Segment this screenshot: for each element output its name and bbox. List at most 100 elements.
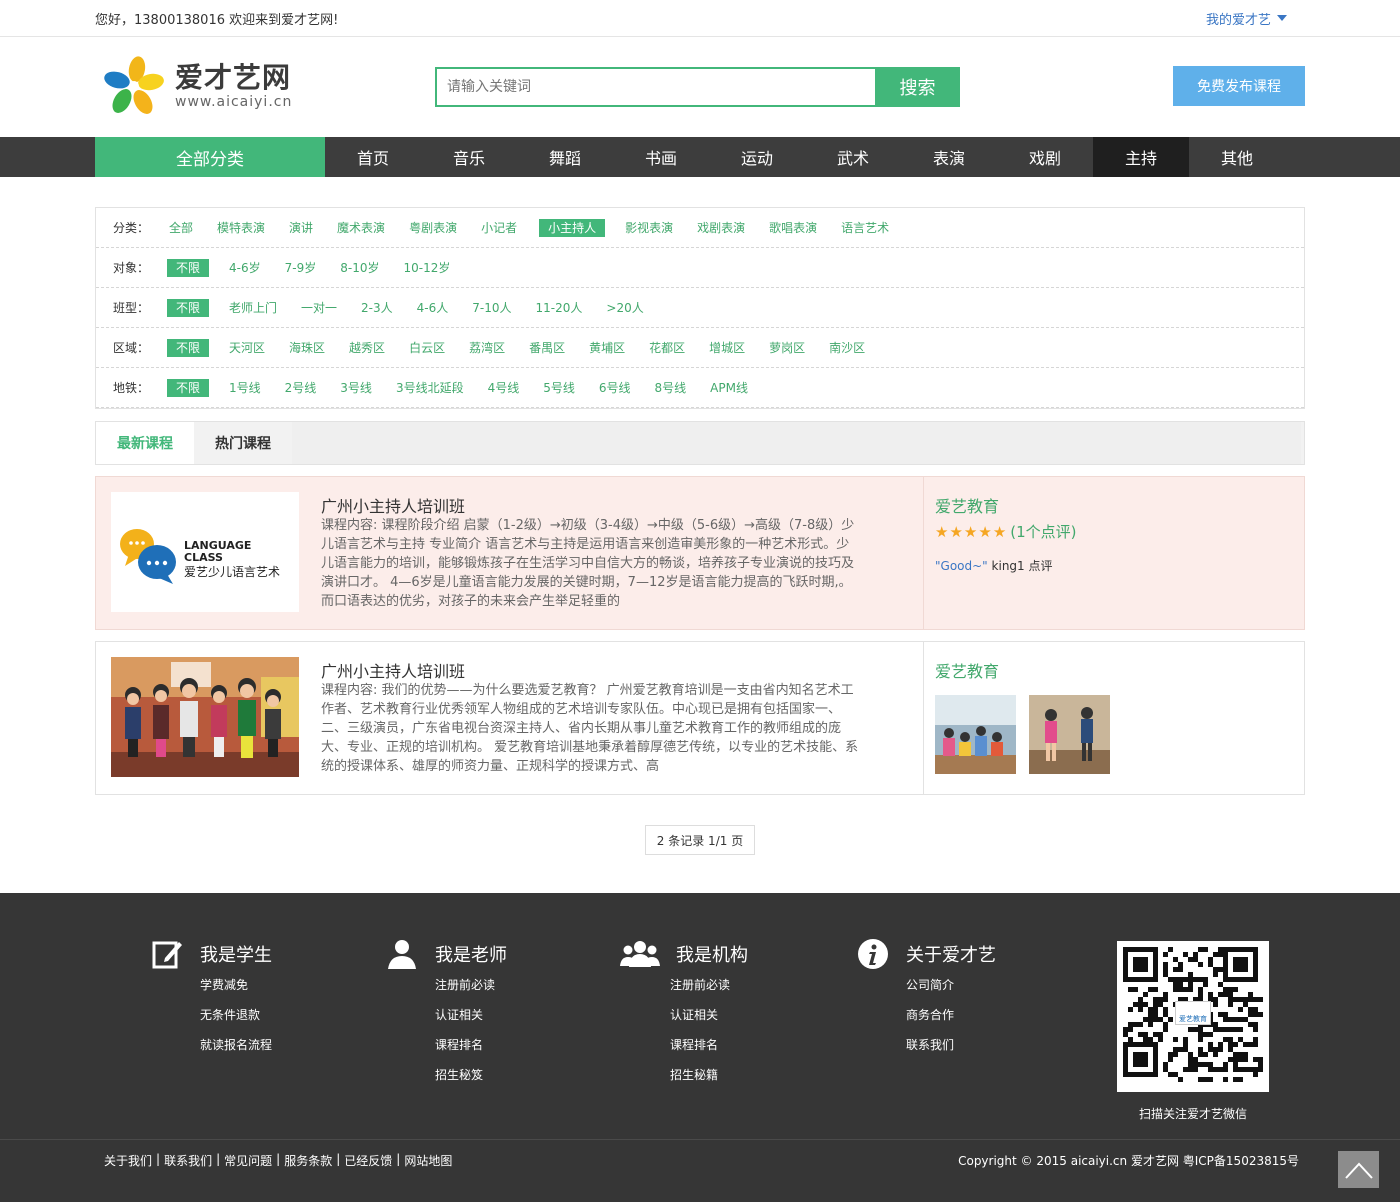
footer-link[interactable]: 无条件退款: [200, 1000, 272, 1030]
back-to-top-button[interactable]: [1338, 1151, 1379, 1188]
course-thumbnail[interactable]: LANGUAGE CLASS 爱艺少儿语言艺术: [111, 492, 299, 612]
filter-option[interactable]: 6号线: [597, 379, 633, 397]
filter-option[interactable]: 不限: [167, 258, 210, 277]
nav-item[interactable]: 其他: [1189, 137, 1285, 177]
filter-option[interactable]: 不限: [167, 338, 210, 357]
course-title[interactable]: 广州小主持人培训班: [321, 493, 465, 517]
filter-option[interactable]: 7-10人: [470, 299, 513, 317]
organization-name[interactable]: 爱艺教育: [935, 658, 999, 682]
nav-item[interactable]: 首页: [325, 137, 421, 177]
my-account-menu[interactable]: 我的爱才艺: [1206, 9, 1287, 28]
filter-option[interactable]: 3号线: [338, 379, 374, 397]
footer-link[interactable]: 学费减免: [200, 970, 272, 1000]
tab-hot-courses[interactable]: 热门课程: [194, 422, 292, 464]
filter-option[interactable]: 老师上门: [227, 299, 279, 317]
site-logo[interactable]: 爱才艺网 www.aicaiyi.cn: [103, 55, 292, 117]
search-input[interactable]: [435, 67, 875, 107]
filter-option[interactable]: 2号线: [283, 379, 319, 397]
nav-item[interactable]: 表演: [901, 137, 997, 177]
filter-option[interactable]: 戏剧表演: [695, 219, 747, 237]
tab-latest-courses[interactable]: 最新课程: [96, 422, 194, 464]
filter-option[interactable]: 演讲: [287, 219, 315, 237]
filter-option[interactable]: 南沙区: [827, 339, 867, 357]
filter-option[interactable]: 黄埔区: [587, 339, 627, 357]
filter-option[interactable]: 白云区: [407, 339, 447, 357]
filter-option[interactable]: 越秀区: [347, 339, 387, 357]
course-card[interactable]: LANGUAGE CLASS 爱艺少儿语言艺术 广州小主持人培训班 课程内容: …: [95, 476, 1305, 630]
filter-option[interactable]: 4-6岁: [227, 259, 263, 277]
footer-bottom-link[interactable]: 常见问题: [224, 1152, 272, 1169]
review-user: king1 点评: [991, 559, 1053, 573]
footer-link[interactable]: 公司简介: [906, 970, 996, 1000]
filter-option[interactable]: 11-20人: [534, 299, 585, 317]
filter-option[interactable]: 模特表演: [215, 219, 267, 237]
organization-name[interactable]: 爱艺教育: [935, 493, 999, 517]
filter-option[interactable]: 小主持人: [539, 218, 606, 237]
footer-column-organization: 我是机构 注册前必读 认证相关 课程排名 招生秘籍: [620, 938, 748, 1090]
footer-link[interactable]: 招生秘籍: [670, 1060, 748, 1090]
filter-option[interactable]: 萝岗区: [767, 339, 807, 357]
course-card[interactable]: 广州小主持人培训班 课程内容: 我们的优势——为什么要选爱艺教育？ 广州爱艺教育…: [95, 641, 1305, 795]
filter-option[interactable]: 1号线: [227, 379, 263, 397]
footer-link[interactable]: 课程排名: [670, 1030, 748, 1060]
footer-bottom-link[interactable]: 服务条款: [284, 1152, 332, 1169]
filter-option[interactable]: 8-10岁: [338, 259, 381, 277]
footer-link[interactable]: 认证相关: [435, 1000, 507, 1030]
nav-item[interactable]: 书画: [613, 137, 709, 177]
footer-link[interactable]: 联系我们: [906, 1030, 996, 1060]
footer-link[interactable]: 招生秘笈: [435, 1060, 507, 1090]
footer-bottom-link[interactable]: 关于我们: [104, 1152, 152, 1169]
publish-course-button[interactable]: 免费发布课程: [1173, 66, 1305, 106]
filter-option[interactable]: 魔术表演: [335, 219, 387, 237]
footer-link[interactable]: 注册前必读: [670, 970, 748, 1000]
nav-item[interactable]: 主持: [1093, 137, 1189, 177]
filter-option[interactable]: 不限: [167, 378, 210, 397]
search-button[interactable]: 搜索: [875, 67, 960, 107]
all-categories-button[interactable]: 全部分类: [95, 137, 325, 177]
filter-option[interactable]: 小记者: [479, 219, 519, 237]
filter-option[interactable]: 不限: [167, 298, 210, 317]
footer-link[interactable]: 注册前必读: [435, 970, 507, 1000]
footer-bottom-link[interactable]: 联系我们: [164, 1152, 212, 1169]
filter-option[interactable]: 7-9岁: [283, 259, 319, 277]
filter-option[interactable]: 花都区: [647, 339, 687, 357]
filter-option[interactable]: 8号线: [653, 379, 689, 397]
filter-option[interactable]: 影视表演: [623, 219, 675, 237]
filter-option[interactable]: 番禺区: [527, 339, 567, 357]
org-photo[interactable]: [1029, 695, 1110, 774]
footer-link[interactable]: 商务合作: [906, 1000, 996, 1030]
filter-option[interactable]: 全部: [167, 219, 195, 237]
filter-option[interactable]: 海珠区: [287, 339, 327, 357]
footer-bottom-links: 关于我们 | 联系我们 | 常见问题 | 服务条款 | 已经反馈 | 网站地图: [104, 1152, 453, 1169]
filter-option[interactable]: 语言艺术: [839, 219, 891, 237]
nav-item[interactable]: 舞蹈: [517, 137, 613, 177]
filter-option[interactable]: 荔湾区: [467, 339, 507, 357]
filter-option[interactable]: APM线: [708, 379, 750, 397]
filter-option[interactable]: >20人: [604, 299, 645, 317]
footer-link[interactable]: 认证相关: [670, 1000, 748, 1030]
footer-link[interactable]: 课程排名: [435, 1030, 507, 1060]
course-thumbnail[interactable]: [111, 657, 299, 777]
filter-option[interactable]: 歌唱表演: [767, 219, 819, 237]
course-title[interactable]: 广州小主持人培训班: [321, 658, 465, 682]
footer-link[interactable]: 就读报名流程: [200, 1030, 272, 1060]
org-photo[interactable]: [935, 695, 1016, 774]
filter-option[interactable]: 增城区: [707, 339, 747, 357]
nav-item[interactable]: 戏剧: [997, 137, 1093, 177]
filter-option[interactable]: 天河区: [227, 339, 267, 357]
filter-option[interactable]: 2-3人: [359, 299, 395, 317]
nav-item[interactable]: 运动: [709, 137, 805, 177]
filter-option[interactable]: 3号线北延段: [394, 379, 466, 397]
filter-option[interactable]: 5号线: [541, 379, 577, 397]
filter-option[interactable]: 4-6人: [415, 299, 451, 317]
filter-option[interactable]: 10-12岁: [401, 259, 452, 277]
filter-option[interactable]: 粤剧表演: [407, 219, 459, 237]
footer-bottom-link[interactable]: 网站地图: [404, 1152, 452, 1169]
nav-item[interactable]: 音乐: [421, 137, 517, 177]
filter-option[interactable]: 4号线: [486, 379, 522, 397]
filter-option[interactable]: 一对一: [299, 299, 339, 317]
nav-item[interactable]: 武术: [805, 137, 901, 177]
footer-bottom-link[interactable]: 已经反馈: [344, 1152, 392, 1169]
filter-label: 区域：: [113, 341, 150, 355]
rating-count[interactable]: (1个点评): [1010, 521, 1076, 542]
